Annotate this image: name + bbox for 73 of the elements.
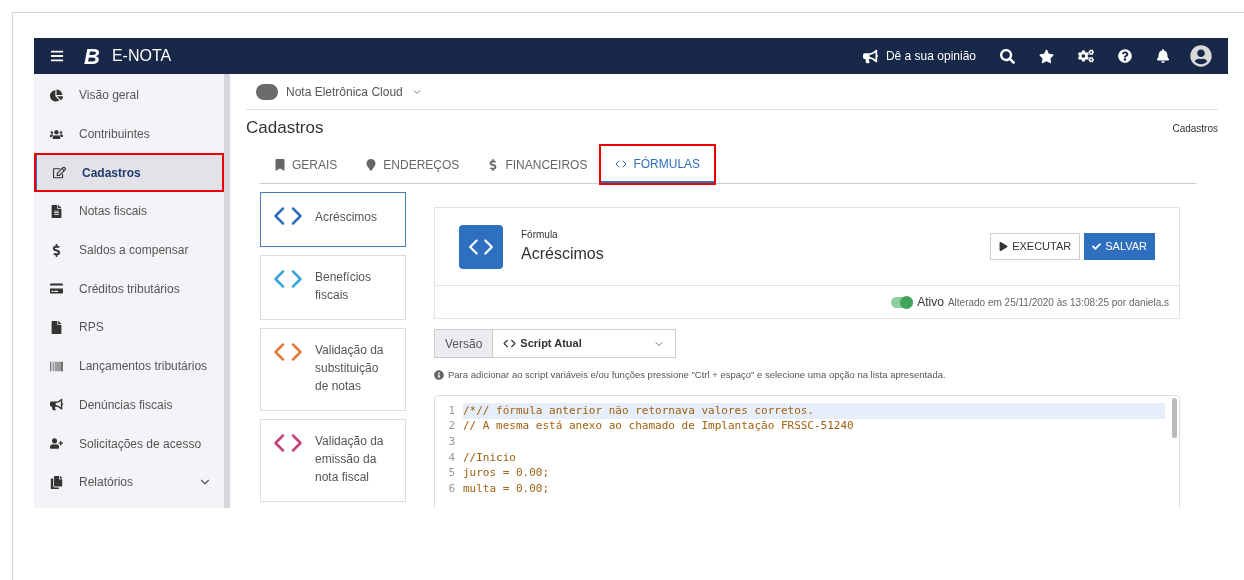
sidebar-item[interactable]: Solicitações de acesso <box>34 424 224 463</box>
users-icon <box>50 127 63 141</box>
user-plus-icon <box>50 437 63 451</box>
avatar-icon[interactable] <box>1190 45 1212 67</box>
version-label: Versão <box>434 329 494 358</box>
check-icon <box>1092 242 1102 251</box>
copy-icon <box>50 475 63 489</box>
active-toggle[interactable] <box>891 296 914 308</box>
tab[interactable]: FÓRMULAS <box>601 146 715 183</box>
version-select[interactable]: Script Atual <box>493 329 677 358</box>
sidebar-item[interactable]: Notas fiscais <box>34 192 224 231</box>
sidebar-item[interactable]: Lançamentos tributários <box>34 346 224 386</box>
line-number: 2 <box>447 418 456 435</box>
code-editor[interactable]: 1 /*// fórmula anterior não retornava valores corretos. 2 // A mesma está anexo ao chamado de Implantação FRSSC-51240 3 4 //Inicio 5 juros = 0.00; 6 multa = 0.00; <box>434 395 1180 508</box>
organization-selector[interactable]: Nota Eletrônica Cloud <box>286 82 403 101</box>
search-icon[interactable] <box>1000 48 1015 64</box>
sidebar-item[interactable]: Contribuintes <box>34 114 224 154</box>
tab[interactable]: ENDEREÇOS <box>351 146 474 183</box>
line-number: 4 <box>447 449 456 466</box>
pie-chart-icon <box>50 88 63 102</box>
code-line: juros = 0.00; <box>463 465 551 482</box>
barcode-icon <box>50 359 63 373</box>
sidebar-item[interactable]: Cadastros <box>34 153 224 193</box>
play-icon <box>999 242 1009 251</box>
code-line: multa = 0.00; <box>463 480 551 497</box>
formula-card[interactable]: Acréscimos <box>260 192 406 247</box>
bookmark-icon <box>274 158 286 171</box>
line-number: 3 <box>447 434 456 450</box>
save-button[interactable]: SALVAR <box>1084 233 1155 260</box>
file-icon <box>50 320 63 334</box>
formula-name: Acréscimos <box>521 244 604 264</box>
code-line: // A mesma está anexo ao chamado de Implantação FRSSC-51240 <box>463 418 855 435</box>
active-label: Ativo <box>917 294 944 311</box>
line-number: 5 <box>447 465 456 482</box>
sidebar-item[interactable]: Relatórios <box>34 462 224 502</box>
document-icon <box>50 204 63 218</box>
sidebar-item[interactable]: Saldos a compensar <box>34 230 224 270</box>
app-name: E-NOTA <box>111 46 172 66</box>
formula-card[interactable]: Validação da substituição de notas <box>260 328 406 411</box>
tab[interactable]: GERAIS <box>260 146 352 183</box>
line-number: 1 <box>447 402 456 419</box>
menu-icon[interactable] <box>50 49 64 63</box>
settings-icon[interactable] <box>1078 48 1094 64</box>
sidebar-item[interactable]: Denúncias fiscais <box>34 385 224 425</box>
star-icon[interactable] <box>1039 48 1054 64</box>
code-icon <box>503 337 517 350</box>
help-icon[interactable] <box>1118 49 1132 63</box>
breadcrumb: Cadastros <box>1172 121 1218 136</box>
line-number: 6 <box>447 480 456 497</box>
sidebar-item[interactable]: Visão geral <box>34 76 224 115</box>
credit-card-icon <box>50 282 63 296</box>
megaphone-icon <box>862 48 878 64</box>
formula-caption: Fórmula <box>521 228 559 242</box>
bell-icon[interactable] <box>1156 49 1170 63</box>
run-button[interactable]: EXECUTAR <box>990 233 1081 260</box>
sidebar-item[interactable]: Créditos tributários <box>34 269 224 309</box>
formula-card[interactable]: Validação da emissão da nota fiscal <box>260 419 406 502</box>
feedback-button[interactable]: Dê a sua opinião <box>862 47 976 65</box>
hint-text: Para adicionar ao script variáveis e/ou funções pressione "Ctrl + espaço" e selecione uma opção na lista apresentada. <box>448 368 946 382</box>
info-icon <box>434 370 444 381</box>
code-line: //Inicio <box>463 449 517 466</box>
formula-card[interactable]: Benefícios fiscais <box>260 255 406 320</box>
sidebar-item[interactable]: RPS <box>34 308 224 347</box>
edit-icon <box>53 166 66 180</box>
dollar-icon <box>50 243 63 257</box>
map-marker-icon <box>365 158 378 171</box>
tab[interactable]: FINANCEIROS <box>473 146 602 183</box>
logo: B <box>84 42 100 71</box>
organization-logo <box>256 83 278 100</box>
changed-info: Alterado em 25/11/2020 às 13:08:25 por daniela.s <box>947 295 1169 310</box>
scrollbar[interactable] <box>1172 398 1177 439</box>
page-title: Cadastros <box>246 117 324 140</box>
megaphone-icon <box>50 398 63 412</box>
